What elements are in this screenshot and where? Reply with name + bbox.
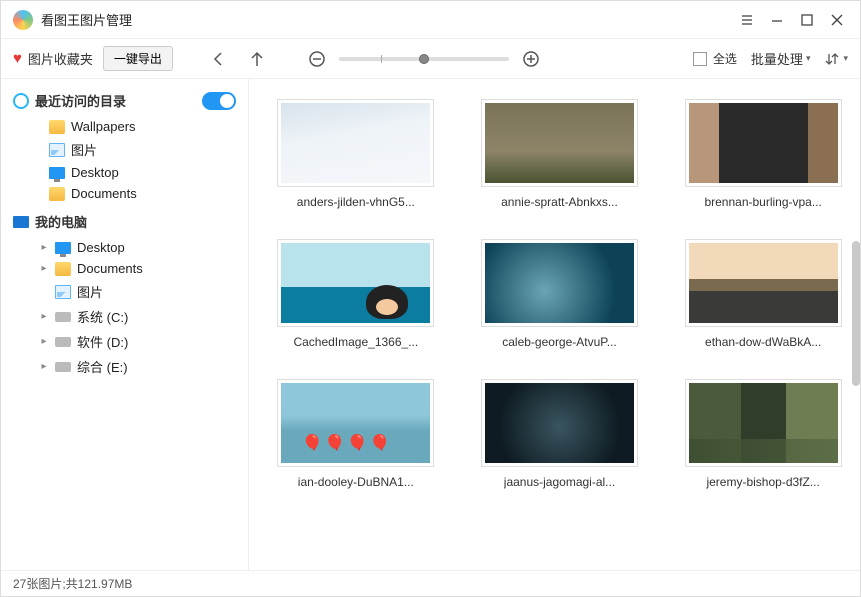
image-icon <box>49 143 65 157</box>
sidebar-item-label: 系统 (C:) <box>77 307 128 326</box>
sidebar-item-label: Documents <box>71 186 137 201</box>
batch-menu[interactable]: 批量处理 ▾ <box>751 49 811 68</box>
expand-icon[interactable]: ▸ <box>39 311 49 322</box>
thumbnail-caption: ethan-dow-dWaBkA... <box>705 335 821 349</box>
sidebar-item[interactable]: ▸ Desktop <box>1 237 248 258</box>
zoom-out-button[interactable] <box>303 45 331 73</box>
expand-icon[interactable]: ▸ <box>39 263 49 274</box>
sidebar-item[interactable]: Desktop <box>1 162 248 183</box>
thumbnail-image <box>685 239 842 327</box>
status-text: 27张图片;共121.97MB <box>13 575 132 592</box>
zoom-control <box>303 45 545 73</box>
sidebar-item[interactable]: Documents <box>1 183 248 204</box>
thumbnail-image <box>481 379 638 467</box>
monitor-icon <box>55 242 71 254</box>
thumbnail-caption: CachedImage_1366_... <box>293 335 418 349</box>
drive-icon <box>55 362 71 372</box>
folder-icon <box>55 262 71 276</box>
pc-icon <box>13 216 29 228</box>
sidebar-item-label: 综合 (E:) <box>77 357 128 376</box>
sidebar-item[interactable]: ▸ 综合 (E:) <box>1 354 248 379</box>
thumbnail-item[interactable]: caleb-george-AtvuP... <box>473 239 647 349</box>
thumbnail-image <box>277 239 434 327</box>
toolbar: ♥ 图片收藏夹 一键导出 全选 批量处理 ▾ ▾ <box>1 39 860 79</box>
thumbnail-item[interactable]: annie-spratt-Abnkxs... <box>473 99 647 209</box>
close-button[interactable] <box>822 5 852 35</box>
thumbnail-caption: jeremy-bishop-d3fZ... <box>706 475 819 489</box>
clock-icon <box>13 93 29 109</box>
thumbnail-caption: jaanus-jagomagi-al... <box>504 475 615 489</box>
mypc-section-title: 我的电脑 <box>35 212 87 231</box>
thumbnail-item[interactable]: brennan-burling-vpa... <box>676 99 850 209</box>
sidebar-item-label: Documents <box>77 261 143 276</box>
thumbnail-caption: annie-spratt-Abnkxs... <box>501 195 618 209</box>
thumbnail-item[interactable]: ian-dooley-DuBNA1... <box>269 379 443 489</box>
sidebar: 最近访问的目录 Wallpapers 图片 Desktop Documents … <box>1 79 249 570</box>
expand-icon[interactable]: ▸ <box>39 336 49 347</box>
select-all-checkbox[interactable]: 全选 <box>693 50 737 67</box>
sidebar-item-label: 软件 (D:) <box>77 332 128 351</box>
thumbnail-image <box>481 239 638 327</box>
sidebar-item-label: Desktop <box>71 165 119 180</box>
thumbnail-item[interactable]: jeremy-bishop-d3fZ... <box>676 379 850 489</box>
app-icon <box>13 10 33 30</box>
thumbnail-area: anders-jilden-vhnG5... annie-spratt-Abnkx… <box>249 79 860 570</box>
sidebar-item[interactable]: ▸ Documents <box>1 258 248 279</box>
sidebar-item-label: 图片 <box>71 140 97 159</box>
expand-icon[interactable]: ▸ <box>39 361 49 372</box>
zoom-in-button[interactable] <box>517 45 545 73</box>
chevron-down-icon: ▾ <box>806 53 811 64</box>
statusbar: 27张图片;共121.97MB <box>1 570 860 596</box>
sort-icon <box>824 51 840 67</box>
sidebar-item-label: Desktop <box>77 240 125 255</box>
thumbnail-caption: caleb-george-AtvuP... <box>502 335 617 349</box>
sort-menu[interactable]: ▾ <box>824 51 848 67</box>
recent-toggle[interactable] <box>202 92 236 110</box>
heart-icon: ♥ <box>13 50 22 67</box>
thumbnail-item[interactable]: ethan-dow-dWaBkA... <box>676 239 850 349</box>
img-icon <box>55 285 71 299</box>
thumbnail-image <box>685 379 842 467</box>
thumbnail-caption: brennan-burling-vpa... <box>704 195 821 209</box>
thumbnail-caption: anders-jilden-vhnG5... <box>297 195 415 209</box>
thumbnail-image <box>685 99 842 187</box>
sidebar-item[interactable]: ▸ 系统 (C:) <box>1 304 248 329</box>
sidebar-item[interactable]: 图片 <box>1 279 248 304</box>
thumbnail-item[interactable]: jaanus-jagomagi-al... <box>473 379 647 489</box>
batch-label: 批量处理 <box>751 49 803 68</box>
up-button[interactable] <box>243 45 271 73</box>
folder-icon <box>49 187 65 201</box>
thumbnail-image <box>277 379 434 467</box>
folder-icon <box>49 120 65 134</box>
checkbox-icon <box>693 52 707 66</box>
drive-icon <box>55 337 71 347</box>
minimize-button[interactable] <box>762 5 792 35</box>
monitor-icon <box>49 167 65 179</box>
sidebar-item[interactable]: 图片 <box>1 137 248 162</box>
thumbnail-image <box>481 99 638 187</box>
drive-icon <box>55 312 71 322</box>
favorites-label: 图片收藏夹 <box>28 49 93 68</box>
sidebar-item[interactable]: Wallpapers <box>1 116 248 137</box>
chevron-down-icon: ▾ <box>843 53 848 64</box>
scrollbar[interactable] <box>852 241 860 386</box>
sidebar-item-label: Wallpapers <box>71 119 136 134</box>
window-title: 看图王图片管理 <box>41 10 132 29</box>
export-button[interactable]: 一键导出 <box>103 46 173 71</box>
zoom-slider[interactable] <box>339 57 509 61</box>
titlebar: 看图王图片管理 <box>1 1 860 39</box>
thumbnail-image <box>277 99 434 187</box>
maximize-button[interactable] <box>792 5 822 35</box>
back-button[interactable] <box>205 45 233 73</box>
thumbnail-caption: ian-dooley-DuBNA1... <box>298 475 414 489</box>
expand-icon[interactable]: ▸ <box>39 242 49 253</box>
select-all-label: 全选 <box>713 50 737 67</box>
menu-button[interactable] <box>732 5 762 35</box>
favorites-button[interactable]: ♥ 图片收藏夹 <box>13 49 93 68</box>
sidebar-item-label: 图片 <box>77 282 103 301</box>
recent-section-title: 最近访问的目录 <box>35 91 126 110</box>
thumbnail-item[interactable]: CachedImage_1366_... <box>269 239 443 349</box>
thumbnail-item[interactable]: anders-jilden-vhnG5... <box>269 99 443 209</box>
sidebar-item[interactable]: ▸ 软件 (D:) <box>1 329 248 354</box>
